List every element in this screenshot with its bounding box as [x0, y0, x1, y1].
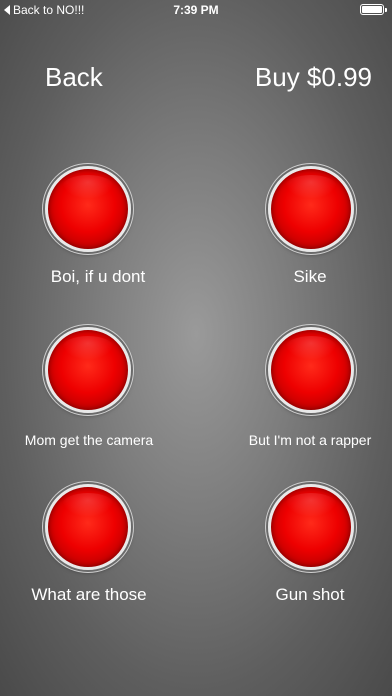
- sound-label-gun-shot: Gun shot: [275, 585, 345, 604]
- sound-label-what-are-those: What are those: [31, 585, 147, 604]
- sound-button-what-are-those[interactable]: [45, 484, 131, 570]
- sound-cell-5: What are those: [0, 0, 196, 696]
- sound-button-gun-shot[interactable]: [268, 484, 354, 570]
- sound-cell-6: Gun shot: [196, 0, 392, 696]
